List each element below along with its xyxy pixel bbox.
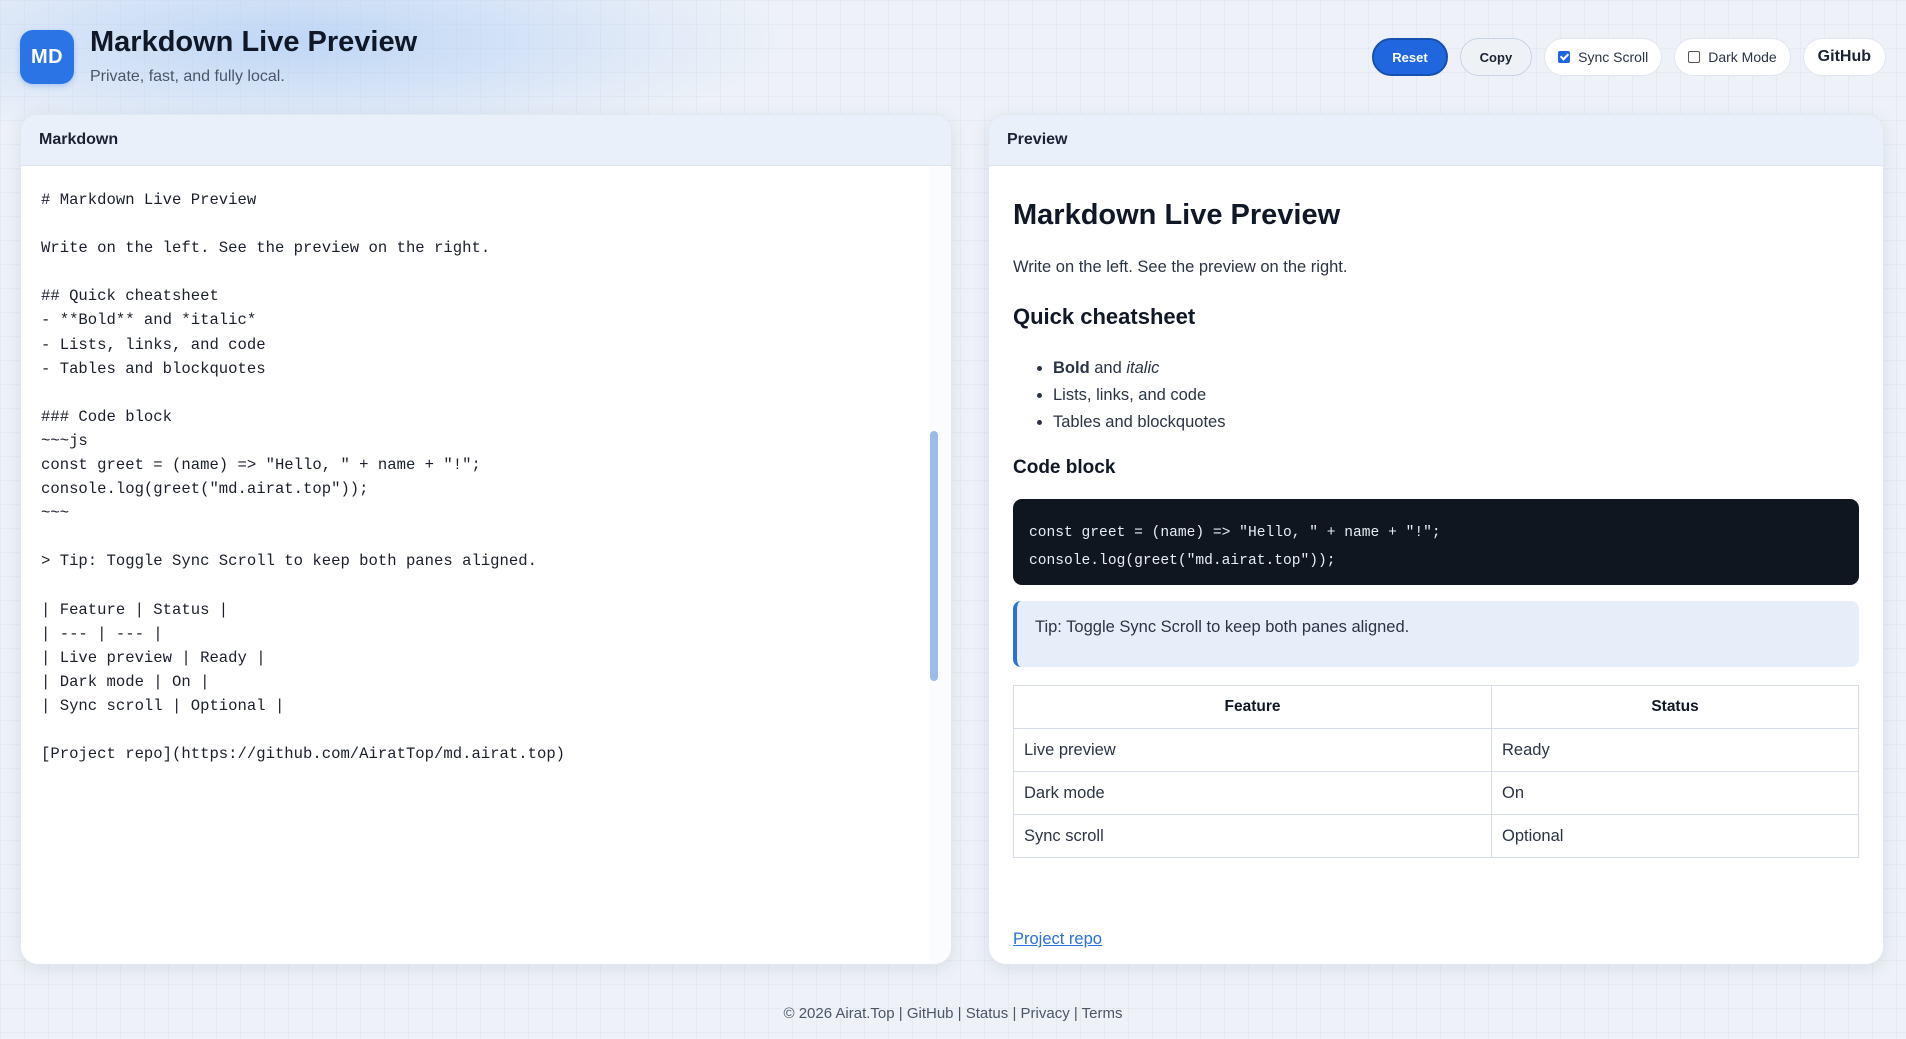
markdown-panel: Markdown # Markdown Live Preview Write o… xyxy=(20,114,952,965)
markdown-source[interactable]: # Markdown Live Preview Write on the lef… xyxy=(41,188,565,766)
footer-separator: | xyxy=(1069,1005,1082,1022)
preview-table: Feature Status Live preview Ready Dark m… xyxy=(1013,685,1859,858)
editor-scrollbar[interactable] xyxy=(929,166,951,964)
table-header-row: Feature Status xyxy=(1013,685,1859,729)
markdown-editor[interactable]: # Markdown Live Preview Write on the lef… xyxy=(21,166,951,964)
copy-button[interactable]: Copy xyxy=(1459,38,1533,76)
list-item: Tables and blockquotes xyxy=(1053,409,1225,436)
preview-list: Bold and italic Lists, links, and code T… xyxy=(1013,355,1225,436)
footer-copyright: © 2026 Airat.Top xyxy=(783,1005,895,1022)
table-row: Live preview Ready xyxy=(1013,728,1859,772)
list-item: Lists, links, and code xyxy=(1053,382,1225,409)
app-logo: MD xyxy=(20,30,74,84)
page-subtitle: Private, fast, and fully local. xyxy=(90,68,285,85)
preview-heading-1: Markdown Live Preview xyxy=(1013,199,1341,231)
table-cell: Live preview xyxy=(1013,728,1492,772)
footer-privacy-link[interactable]: Privacy xyxy=(1021,1005,1070,1022)
page-title: Markdown Live Preview xyxy=(90,26,418,58)
sync-scroll-checkbox[interactable] xyxy=(1558,51,1571,63)
table-cell: Sync scroll xyxy=(1013,814,1492,858)
dark-mode-label: Dark Mode xyxy=(1708,49,1777,65)
bold-text: Bold xyxy=(1053,359,1090,377)
preview-panel-title: Preview xyxy=(989,115,1883,166)
project-repo-link[interactable]: Project repo xyxy=(1013,930,1102,949)
table-row: Dark mode On xyxy=(1013,771,1859,815)
list-item: Bold and italic xyxy=(1053,355,1225,382)
toolbar: Reset Copy Sync Scroll Dark Mode GitHub xyxy=(1372,38,1886,76)
app-header: MD Markdown Live Preview Private, fast, … xyxy=(20,0,1886,112)
footer-status-link[interactable]: Status xyxy=(966,1005,1009,1022)
table-cell: Optional xyxy=(1491,814,1859,858)
table-row: Sync scroll Optional xyxy=(1013,814,1859,858)
preview-heading-2: Quick cheatsheet xyxy=(1013,304,1196,329)
table-cell: On xyxy=(1491,771,1859,815)
preview-paragraph: Write on the left. See the preview on th… xyxy=(1013,258,1348,276)
footer-github-link[interactable]: GitHub xyxy=(907,1005,954,1022)
editor-scrollbar-thumb[interactable] xyxy=(930,431,938,681)
preview-code-block: const greet = (name) => "Hello, " + name… xyxy=(1013,499,1859,585)
italic-text: italic xyxy=(1126,359,1160,377)
sync-scroll-toggle[interactable]: Sync Scroll xyxy=(1544,38,1663,76)
preview-panel: Preview Markdown Live Preview Write on t… xyxy=(988,114,1884,965)
github-button[interactable]: GitHub xyxy=(1802,38,1886,76)
table-header: Feature xyxy=(1013,685,1492,729)
table-cell: Ready xyxy=(1491,728,1859,772)
dark-mode-toggle[interactable]: Dark Mode xyxy=(1674,38,1791,76)
table-cell: Dark mode xyxy=(1013,771,1492,815)
preview-blockquote: Tip: Toggle Sync Scroll to keep both pan… xyxy=(1013,601,1859,667)
sync-scroll-label: Sync Scroll xyxy=(1578,49,1649,65)
preview-heading-3: Code block xyxy=(1013,457,1116,478)
reset-button[interactable]: Reset xyxy=(1372,38,1448,76)
markdown-panel-title: Markdown xyxy=(21,115,951,166)
footer: © 2026 Airat.Top | GitHub | Status | Pri… xyxy=(0,1005,1906,1022)
list-text: and xyxy=(1089,359,1127,377)
dark-mode-checkbox[interactable] xyxy=(1688,51,1701,63)
footer-separator: | xyxy=(953,1005,966,1022)
footer-terms-link[interactable]: Terms xyxy=(1082,1005,1123,1022)
footer-separator: | xyxy=(1008,1005,1021,1022)
table-header: Status xyxy=(1491,685,1859,729)
footer-separator: | xyxy=(894,1005,907,1022)
